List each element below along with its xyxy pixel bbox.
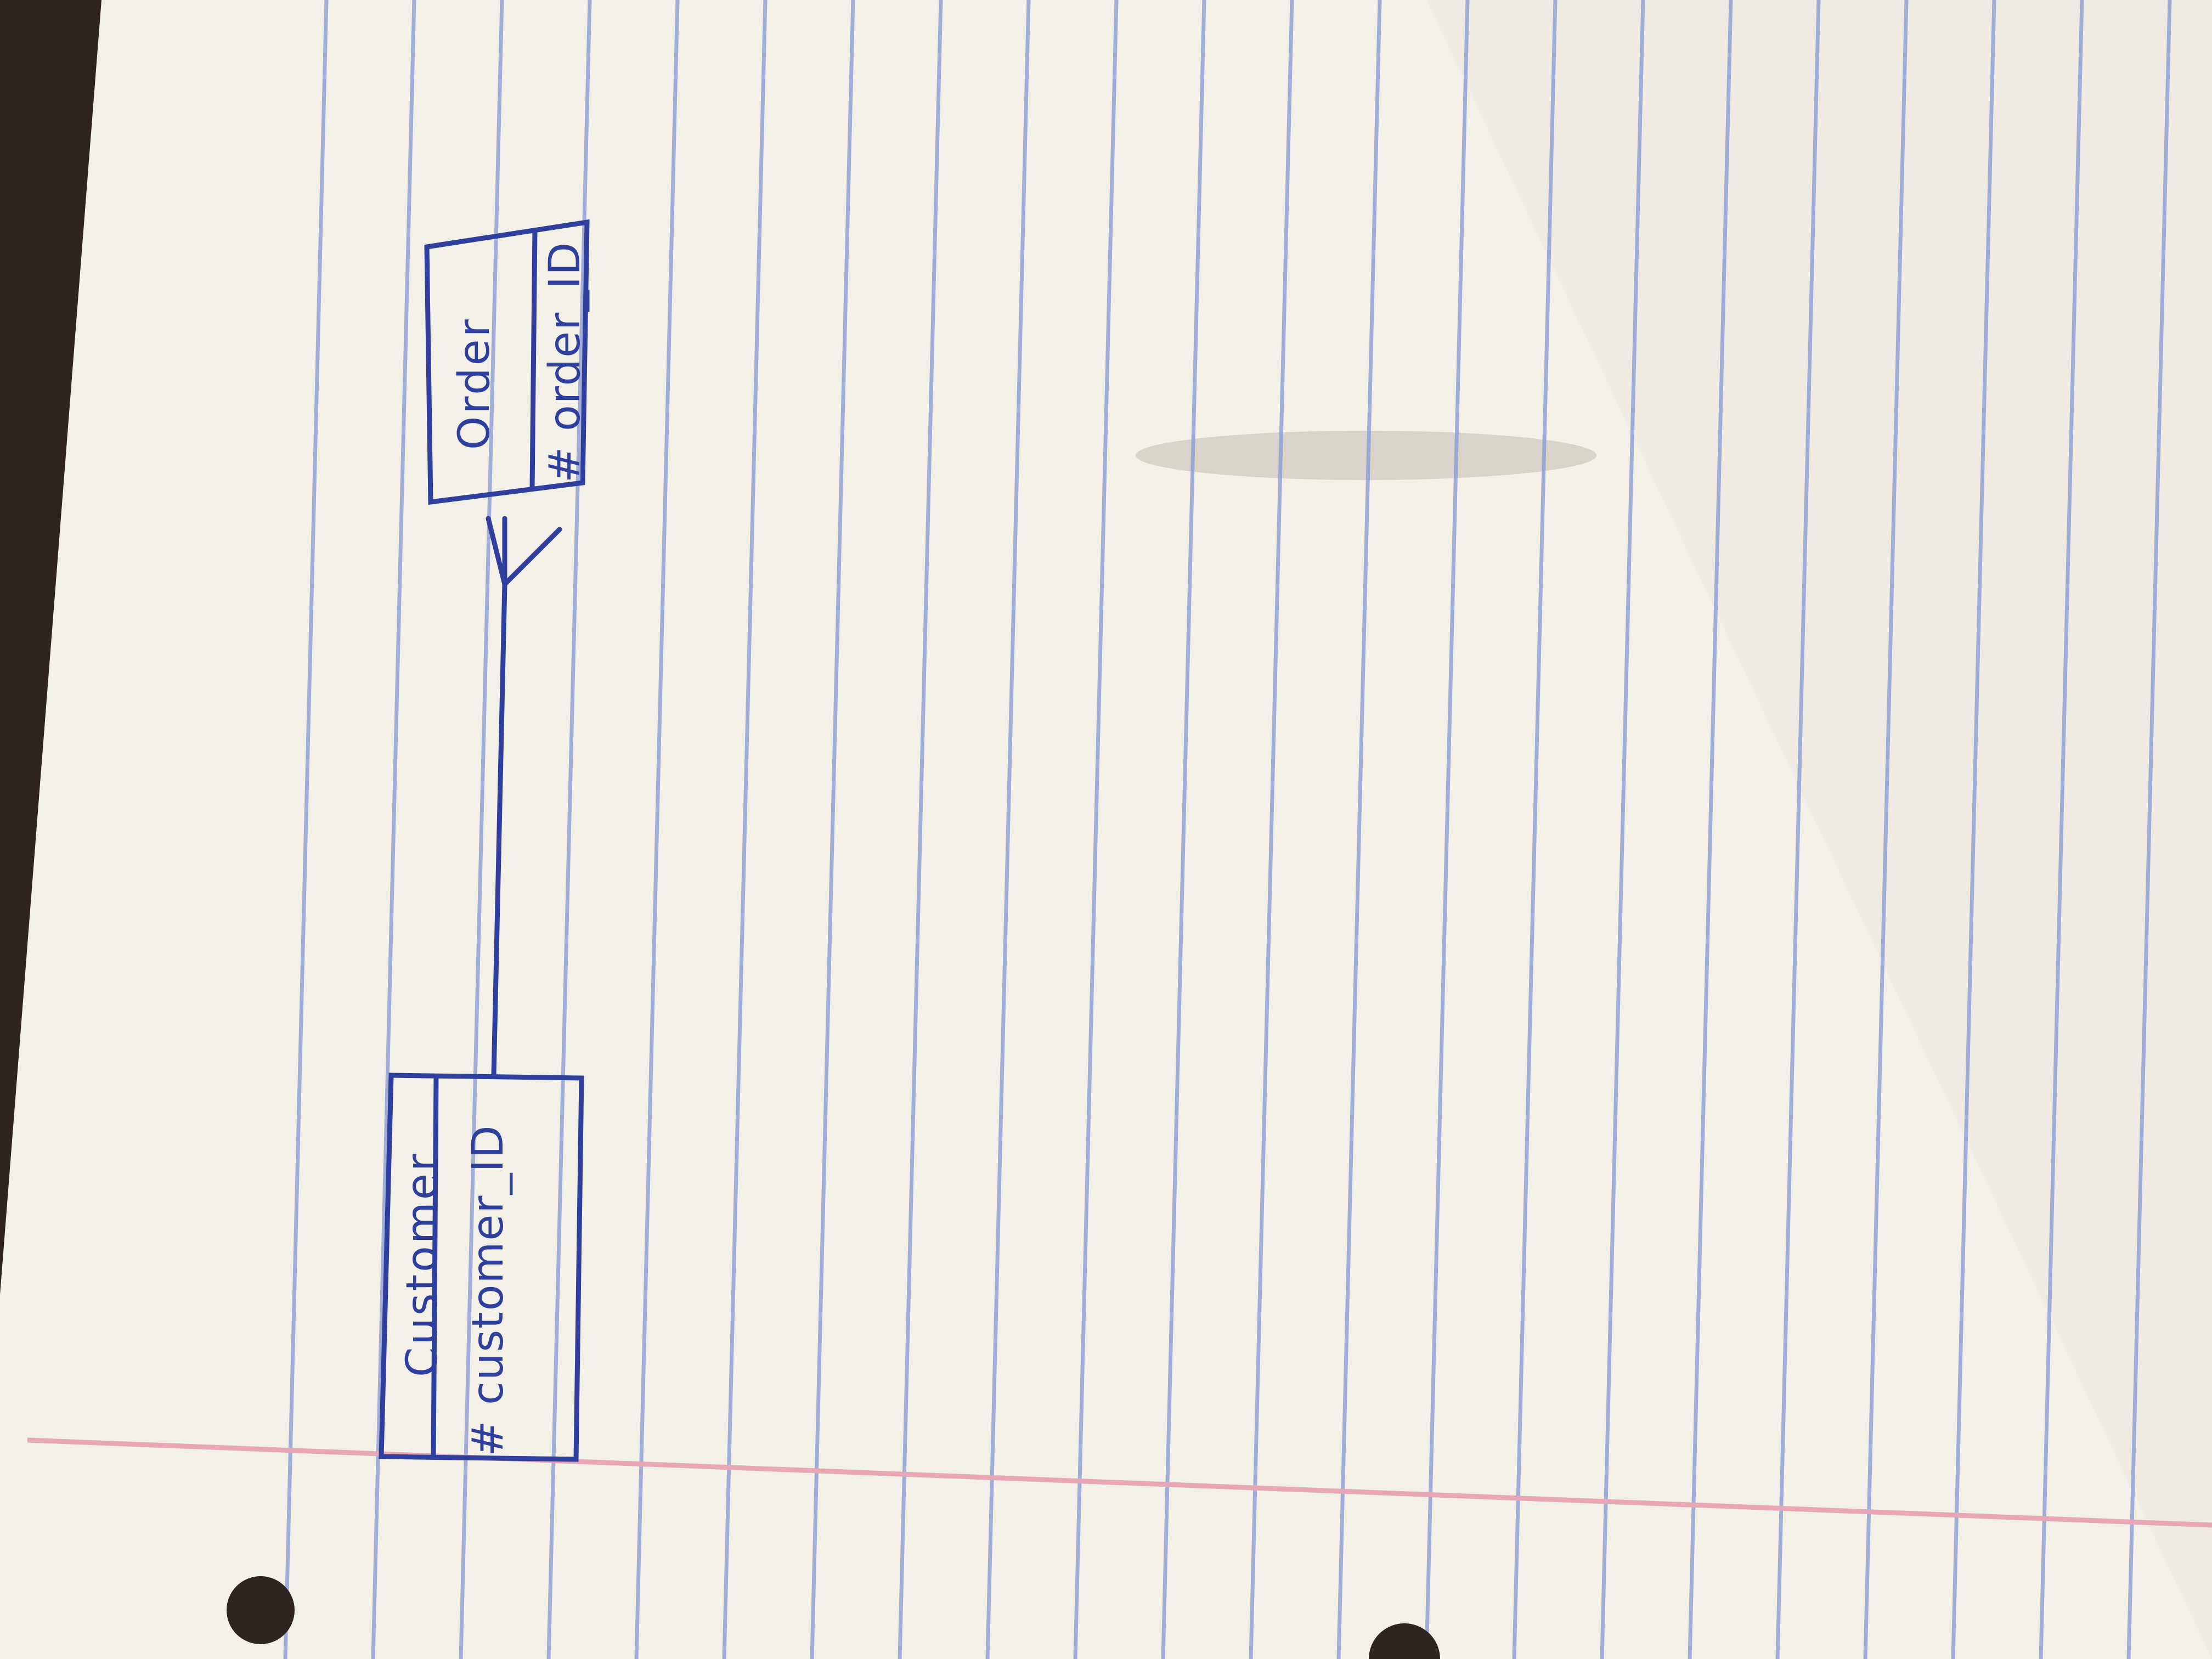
notebook-photo — [0, 0, 2212, 1659]
customer-entity-attribute: # customer_ID — [464, 1124, 513, 1457]
customer-entity-name: Customer — [398, 1152, 447, 1377]
paper-crease-shadow — [1136, 431, 1596, 480]
paper-sheet — [0, 0, 2212, 1659]
order-entity-attribute: # order_ID — [540, 241, 590, 483]
binder-hole — [227, 1576, 295, 1644]
order-entity-name: Order — [450, 317, 499, 450]
